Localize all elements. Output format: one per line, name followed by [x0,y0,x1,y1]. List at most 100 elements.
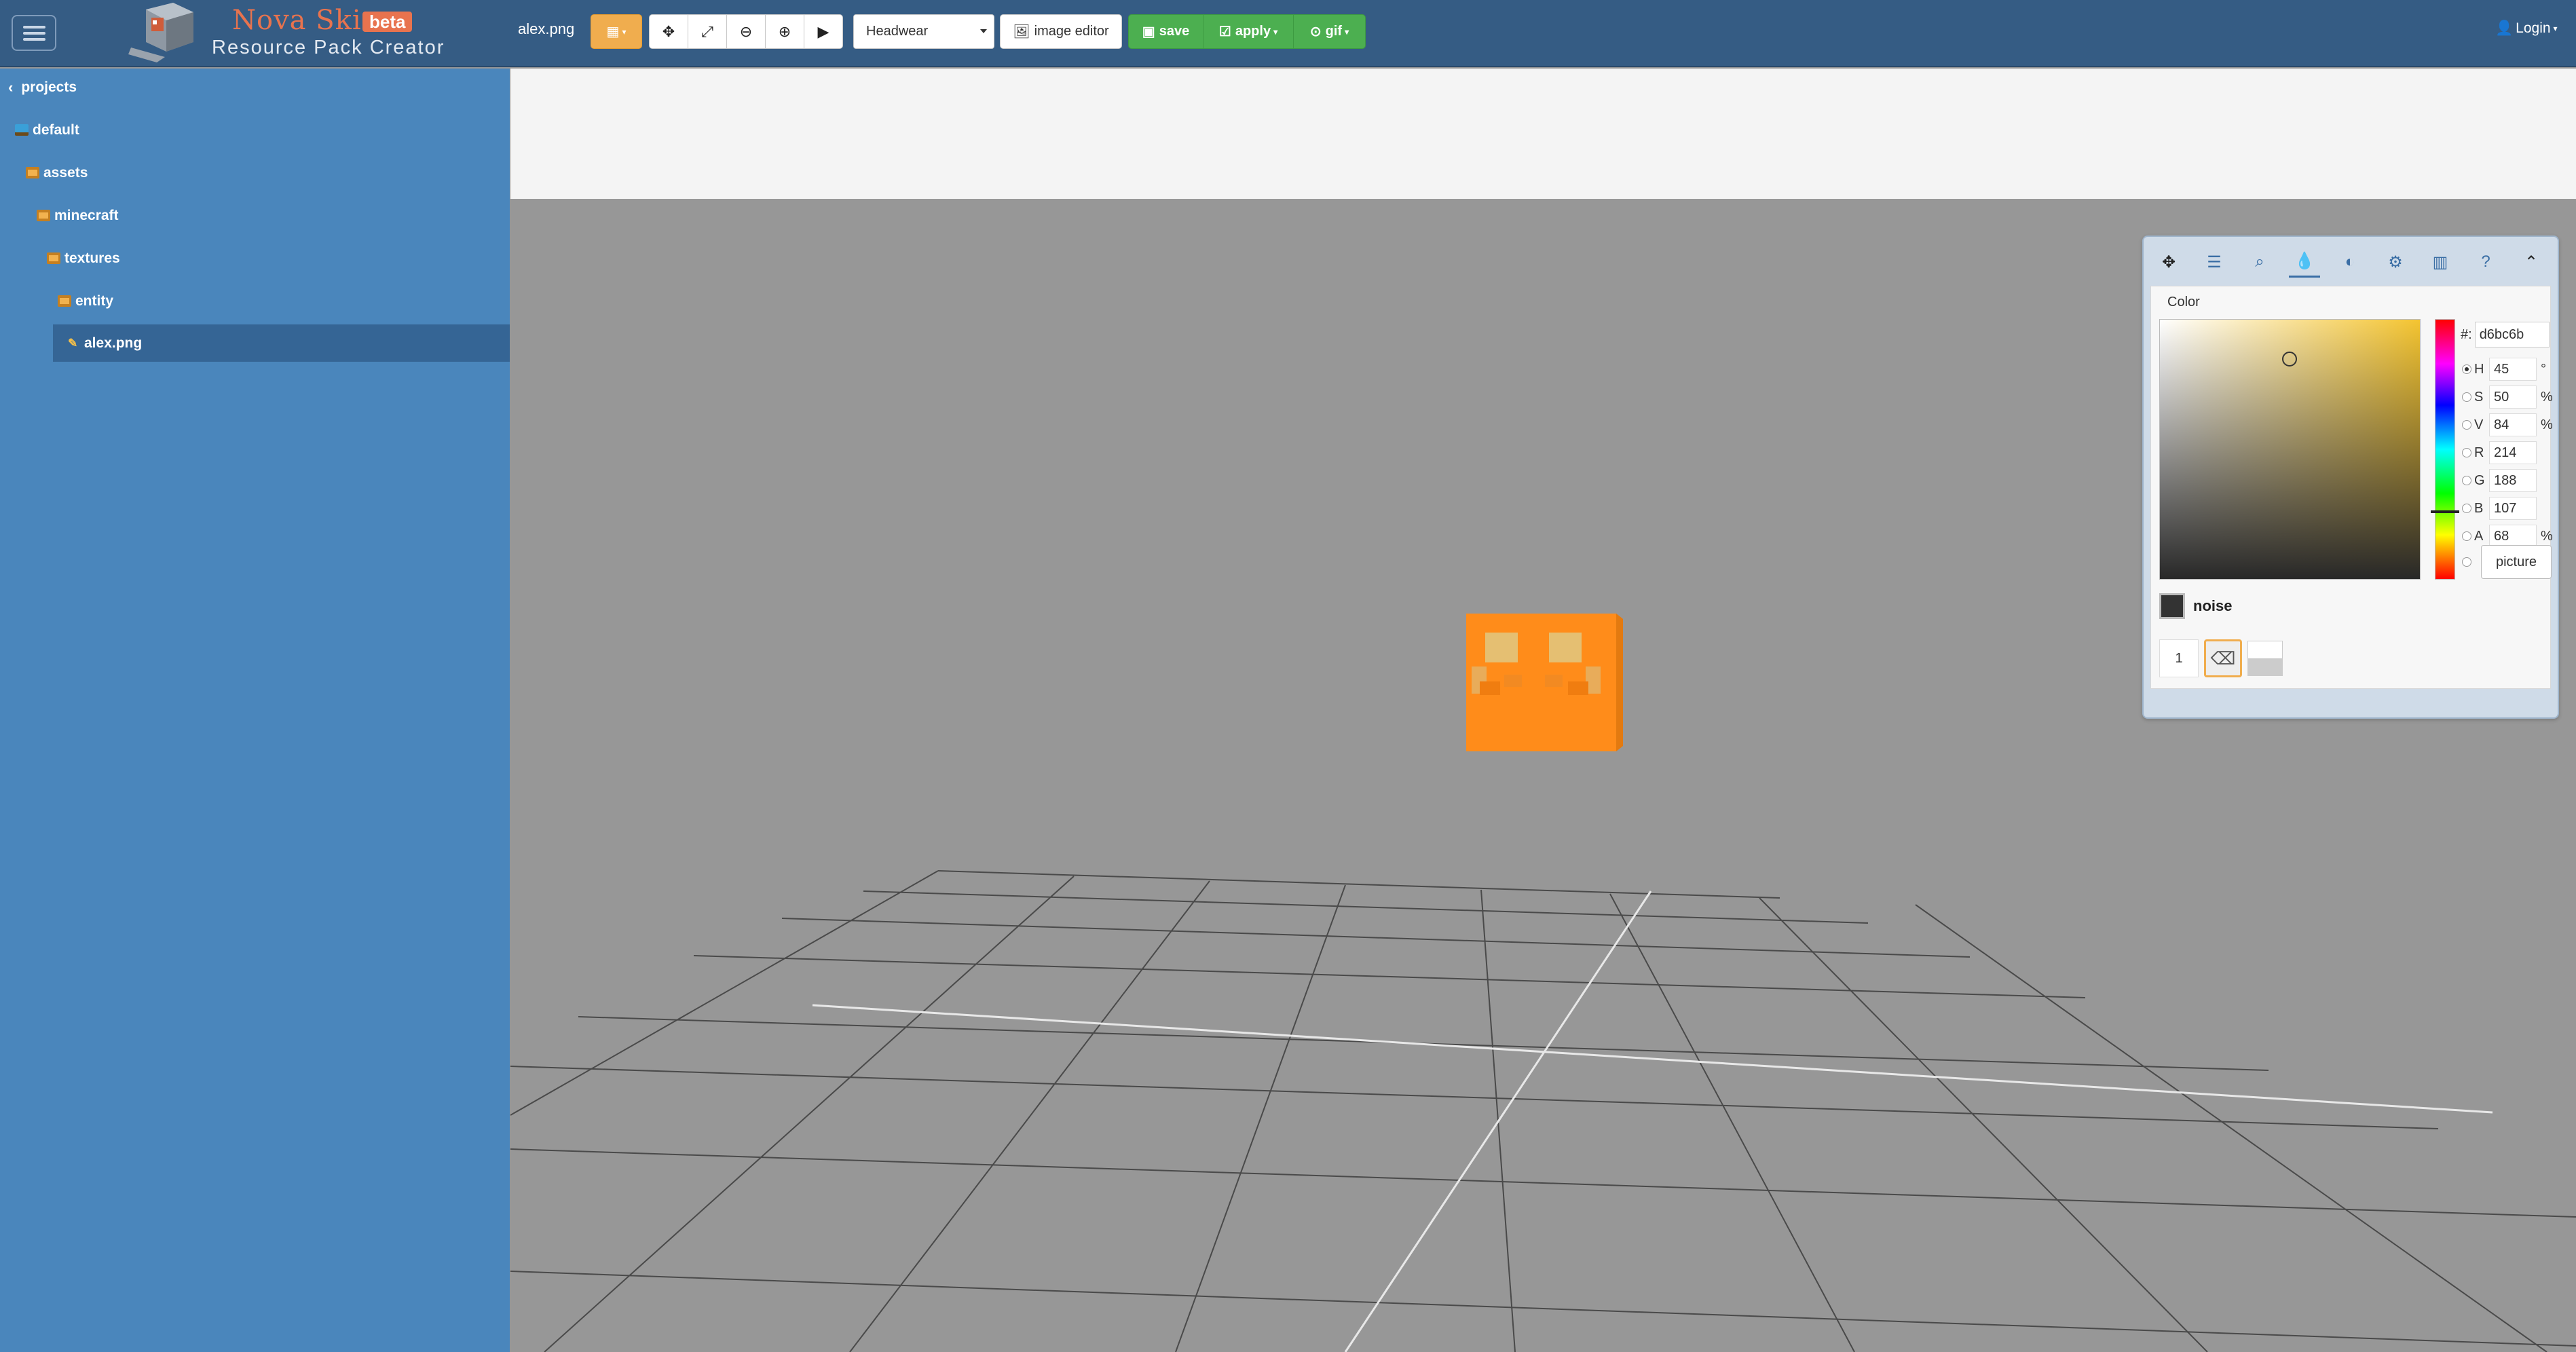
channel-s: S 50 % [2462,385,2553,409]
channel-label: G [2474,472,2485,488]
folder-icon [47,252,60,264]
hue-slider[interactable] [2435,319,2455,580]
channel-unit: % [2541,528,2553,544]
fullscreen-icon[interactable]: ⤢ [688,14,727,49]
color-tool-panel: ✥ ☰ ⌕ 💧 ◐ ⚙ ▥ ? ⌃ Color #: d6bc6b H 45 °… [2142,236,2559,719]
channel-label: V [2474,417,2484,432]
image-editor-button[interactable]: 🖼 image editor [1000,14,1122,49]
gif-button[interactable]: ⊙ gif ▾ [1293,14,1366,49]
channel-input[interactable]: 188 [2489,469,2537,492]
channel-input[interactable]: 68 [2489,525,2537,548]
channel-label: S [2474,389,2484,405]
search-icon[interactable]: ⌕ [2244,246,2275,278]
sidebar-item-assets[interactable]: assets [26,154,88,191]
hue-slider-handle[interactable] [2431,510,2459,513]
channel-label: B [2474,500,2484,516]
channel-unit: ° [2541,361,2546,377]
channel-radio[interactable] [2462,531,2471,541]
channel-input[interactable]: 45 [2489,358,2537,381]
noise-swatch[interactable] [2159,593,2185,619]
sidebar-item-default[interactable]: default [15,111,79,149]
login-menu[interactable]: 👤 Login ▾ [2495,20,2558,37]
help-icon[interactable]: ? [2470,246,2501,278]
gear-icon[interactable]: ⚙ [2380,246,2411,278]
picture-button[interactable]: picture [2481,545,2552,579]
sidebar-item-minecraft[interactable]: minecraft [37,197,119,234]
channel-b: B 107 [2462,496,2552,521]
save-apply-gif-group: ▣ save ☑ apply ▾ ⊙ gif ▾ [1128,14,1366,49]
sv-cursor[interactable] [2282,352,2297,367]
current-filename: alex.png [518,20,575,37]
caret-down-icon: ▾ [2553,24,2558,33]
save-button[interactable]: ▣ save [1128,14,1203,49]
eraser-icon[interactable]: ⌫ [2204,639,2242,677]
apply-button[interactable]: ☑ apply ▾ [1203,14,1294,49]
picture-radio[interactable] [2462,557,2471,567]
grid-icon: ▦ [606,24,620,39]
menu-toggle-button[interactable] [12,15,56,51]
beta-badge: beta [362,12,413,32]
channel-radio[interactable] [2462,448,2471,457]
image-icon: 🖼 [1013,24,1030,39]
part-select[interactable]: Headwear [853,14,994,49]
sidebar-item-label: default [33,121,79,138]
user-icon: 👤 [2495,20,2514,36]
folder-icon [58,295,71,307]
channel-radio[interactable] [2462,476,2471,485]
image-editor-label: image editor [1034,24,1109,39]
apply-label: apply [1235,24,1271,39]
hex-prefix: #: [2461,326,2472,342]
layout-dropdown-button[interactable]: ▦ ▾ [591,14,642,49]
noise-toggle[interactable]: noise [2159,593,2232,619]
skin-head-cube[interactable] [1466,614,1623,751]
channel-input[interactable]: 214 [2489,441,2537,464]
channel-label: H [2474,361,2484,377]
login-label: Login [2516,20,2551,36]
color-picker: Color #: d6bc6b H 45 ° S 50 % V 84 % R 2… [2150,286,2553,689]
contrast-icon[interactable]: ◐ [2334,246,2366,278]
move-icon[interactable]: ✥ [649,14,688,49]
sidebar-item-label: projects [21,79,77,95]
zoom-in-icon[interactable]: ⊕ [765,14,804,49]
channel-v: V 84 % [2462,413,2553,437]
channel-label: A [2474,528,2484,544]
noise-label: noise [2193,597,2233,614]
gif-label: gif [1325,24,1343,39]
brand-title: Nova Skin [232,5,380,36]
play-icon[interactable]: ▶ [804,14,843,49]
sidebar-item-label: minecraft [54,207,119,223]
file-icon: ▣ [1142,24,1155,39]
sidebar-item-alex-png[interactable]: ✎ alex.png [53,324,510,362]
channel-input[interactable]: 50 [2489,386,2537,409]
sidebar-item-label: assets [43,164,88,181]
app-logo [126,0,200,65]
top-navbar: Nova Skin beta Resource Pack Creator ale… [0,0,2576,67]
move-icon[interactable]: ✥ [2153,246,2184,278]
sidebar-item-textures[interactable]: textures [47,240,120,277]
brush-size-input[interactable]: 1 [2159,639,2199,677]
channel-input[interactable]: 84 [2489,413,2537,436]
sidebar-item-entity[interactable]: entity [58,282,113,320]
caret-down-icon: ▾ [1345,26,1349,37]
folder-icon [37,210,50,221]
channel-radio[interactable] [2462,392,2471,402]
sidebar-item-projects[interactable]: ‹ projects [8,69,77,106]
tab-color-drop-icon[interactable]: 💧 [2289,246,2320,278]
channel-input[interactable]: 107 [2489,497,2537,520]
panel-tabs: ✥ ☰ ⌕ 💧 ◐ ⚙ ▥ ? ⌃ [2144,237,2558,284]
saturation-value-area[interactable] [2159,319,2421,580]
channel-radio[interactable] [2462,364,2471,374]
bar-chart-icon[interactable]: ▥ [2425,246,2456,278]
channel-r: R 214 [2462,440,2552,465]
color-swatch[interactable] [2247,641,2283,676]
list-icon[interactable]: ☰ [2199,246,2230,278]
channel-radio[interactable] [2462,504,2471,513]
project-tree-sidebar: ‹ projects default assets minecraft text… [0,69,510,1352]
view-controls-group: ✥ ⤢ ⊖ ⊕ ▶ [649,14,843,49]
channel-radio[interactable] [2462,420,2471,430]
chevron-left-icon: ‹ [8,78,14,96]
zoom-out-icon[interactable]: ⊖ [726,14,766,49]
channel-unit: % [2541,389,2553,405]
chevron-up-icon[interactable]: ⌃ [2516,246,2547,278]
hex-input[interactable]: d6bc6b [2474,322,2550,348]
